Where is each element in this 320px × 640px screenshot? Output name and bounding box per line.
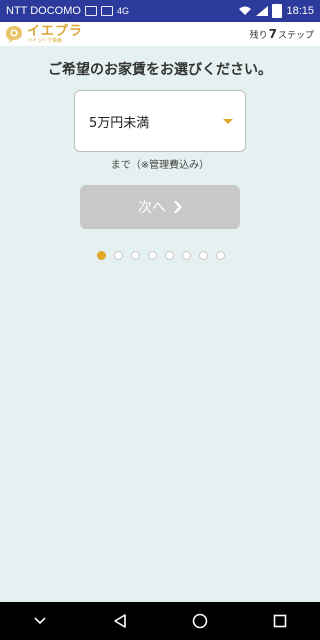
wifi-icon [239,6,252,15]
progress-dot [114,251,123,260]
battery-icon [272,4,283,18]
chevron-right-icon [174,201,182,213]
collapse-button[interactable] [20,606,60,636]
page-title: ご希望のお家賃をお選びください。 [48,62,272,78]
clock: 18:15 [286,5,314,17]
steps-remaining: 残り 7 ステップ [250,27,314,41]
progress-dot [199,251,208,260]
progress-dot [148,251,157,260]
status-right: 18:15 [238,4,314,18]
signal-icon [256,6,269,16]
recents-square-icon [273,614,287,628]
recents-button[interactable] [260,606,300,636]
progress-dots [97,251,225,260]
image-icon [100,6,113,16]
progress-dot [97,251,106,260]
steps-prefix: 残り [249,31,268,41]
rent-note: まで（※管理費込み） [110,160,210,171]
next-button[interactable]: 次へ [80,185,240,229]
carrier-name: NTT DOCOMO [6,5,81,17]
back-triangle-icon [114,614,126,628]
network-badge: 4G [116,6,129,16]
status-left: NTT DOCOMO 4G [6,5,129,17]
logo-mark-icon [6,26,22,43]
app-header: イエプラ ペイントで検索 残り 7 ステップ [0,22,320,46]
progress-dot [165,251,174,260]
progress-dot [216,251,225,260]
notification-icon [84,6,97,16]
status-bar: NTT DOCOMO 4G 18:15 [0,0,320,22]
home-button[interactable] [180,606,220,636]
back-button[interactable] [100,606,140,636]
logo-text: イエプラ ペイントで検索 [27,25,83,44]
progress-dot [131,251,140,260]
chevron-down-icon [34,617,46,625]
progress-dot [182,251,191,260]
rent-select-value: 5万円未満 [89,115,150,131]
nav-bar [0,602,320,640]
rent-select[interactable]: 5万円未満 [74,90,246,152]
home-circle-icon [192,613,208,629]
steps-count: 7 [268,27,277,41]
logo-sub-text: ペイントで検索 [27,37,63,44]
steps-suffix: ステップ [277,31,314,41]
caret-down-icon [223,118,233,124]
next-button-label: 次へ [138,200,166,216]
logo-main-text: イエプラ [27,23,83,39]
logo[interactable]: イエプラ ペイントで検索 [4,24,83,44]
